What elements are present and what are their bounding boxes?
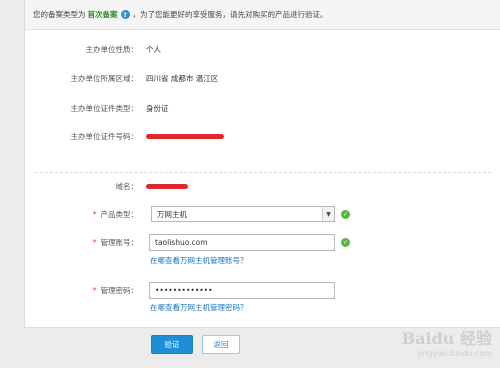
product-type-selected: 万网主机 (157, 209, 187, 219)
required-marker: * (92, 285, 97, 295)
organizer-nature-row: 主办单位性质： 个人 (25, 42, 162, 56)
product-type-select[interactable]: 万网主机 ▼ (151, 206, 335, 222)
domain-redaction (146, 183, 188, 189)
watermark-url: jingyan.baidu.com (418, 349, 492, 358)
account-label: * 管理账号： (25, 237, 138, 248)
account-row: * 管理账号： (25, 235, 138, 249)
account-input[interactable]: taolishuo.com (149, 234, 335, 251)
domain-row: 域名： (25, 179, 188, 193)
account-input-value: taolishuo.com (155, 238, 208, 247)
cert-type-value: 身份证 (146, 103, 169, 113)
cert-type-row: 主办单位证件类型： 身份证 (25, 101, 169, 115)
cert-number-label: 主办单位证件号码： (70, 131, 139, 141)
product-type-label-text: 产品类型： (100, 209, 139, 219)
password-input-value: ••••••••••••• (155, 286, 213, 295)
organizer-nature-value: 个人 (146, 44, 161, 54)
verification-panel: 您的备案类型为 首次备案 ? ，为了您能更好的享受服务，请先对购买的产品进行验证… (24, 0, 500, 328)
product-type-label: * 产品类型： (25, 209, 138, 220)
section-divider (35, 172, 491, 173)
help-icon[interactable]: ? (120, 10, 130, 19)
account-valid-check-icon: ✓ (341, 238, 350, 247)
required-marker: * (92, 237, 97, 247)
record-type-notice: 您的备案类型为 首次备案 ? ，为了您能更好的享受服务，请先对购买的产品进行验证… (25, 0, 500, 30)
password-input[interactable]: ••••••••••••• (149, 282, 335, 299)
organizer-region-row: 主办单位所属区域： 四川省 成都市 温江区 (25, 71, 219, 85)
product-valid-check-icon: ✓ (341, 210, 350, 219)
cert-number-redaction (146, 133, 224, 139)
account-label-text: 管理账号： (100, 237, 139, 247)
baidu-jingyan-watermark: Baidu 经验 jingyan.baidu.com (402, 325, 492, 358)
back-button[interactable]: 返回 (202, 335, 240, 354)
domain-value (146, 182, 188, 191)
organizer-nature-label: 主办单位性质： (85, 44, 139, 54)
required-marker: * (92, 209, 97, 219)
account-help-link[interactable]: 在哪查看万网主机管理账号？ (150, 255, 248, 266)
organizer-region-label: 主办单位所属区域： (70, 73, 139, 83)
password-label-text: 管理密码： (100, 285, 139, 295)
password-help-link[interactable]: 在哪查看万网主机管理密码？ (150, 302, 248, 313)
password-row: * 管理密码： (25, 283, 138, 297)
password-label: * 管理密码： (25, 285, 138, 296)
notice-suffix: ，为了您能更好的享受服务，请先对购买的产品进行验证。 (132, 10, 328, 19)
domain-label: 域名： (115, 181, 139, 191)
cert-number-value (146, 132, 224, 141)
watermark-brand: Baidu 经验 (401, 329, 492, 348)
organizer-region-value: 四川省 成都市 温江区 (146, 73, 219, 83)
cert-type-label: 主办单位证件类型： (70, 103, 139, 113)
notice-prefix: 您的备案类型为 (33, 10, 86, 19)
cert-number-row: 主办单位证件号码： (25, 129, 224, 143)
record-type-value: 首次备案 (87, 10, 118, 19)
chevron-down-icon[interactable]: ▼ (322, 207, 334, 221)
product-type-row: * 产品类型： (25, 207, 138, 221)
verify-button[interactable]: 验证 (151, 335, 193, 354)
